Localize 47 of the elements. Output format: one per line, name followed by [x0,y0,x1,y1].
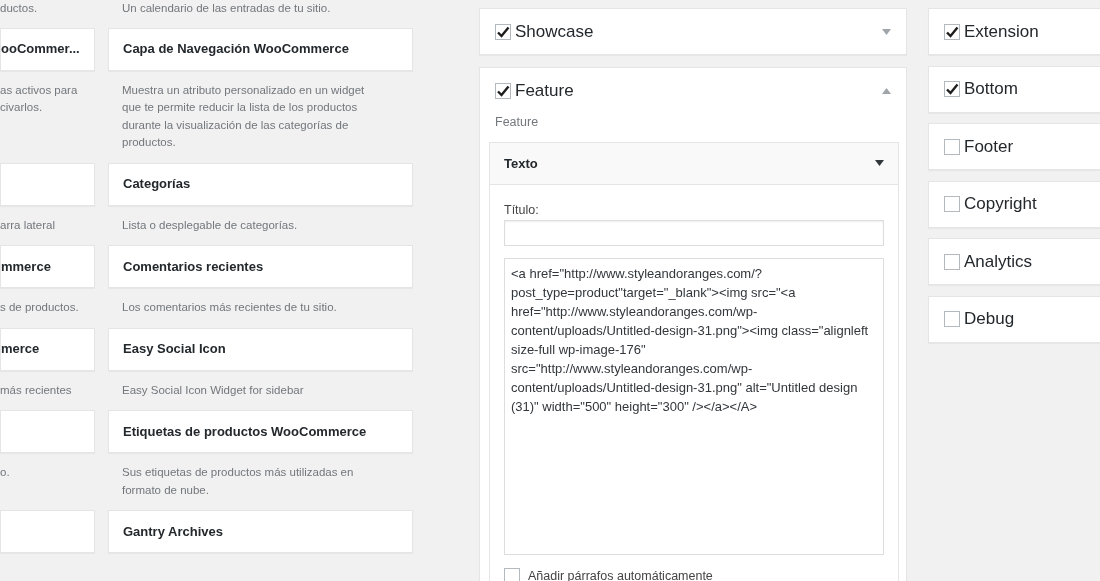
widget-item[interactable]: Etiquetas de productos WooCommerce [108,410,413,453]
sidebar-title: Analytics [964,250,1033,273]
widget-description: Los comentarios más recientes de tu sitio. [121,300,338,315]
checkbox[interactable] [504,567,520,581]
sidebar-title: Bottom [964,78,1018,101]
widget-item[interactable]: Comentarios recientes [108,245,413,288]
widget-description: Muestra un atributo personalizado en un widget que te permite reducir la lista de los productos durante la visualización de las categorías de productos. [121,82,366,150]
caret-icon[interactable] [875,160,884,167]
checkbox[interactable] [495,24,511,40]
field-label: Título: [504,201,540,219]
checkbox[interactable] [944,81,960,97]
widget-item[interactable]: Capa de Navegación WooCommerce [108,27,413,71]
checkbox[interactable] [944,138,960,155]
checkbox[interactable] [944,253,960,270]
widget-description: Easy Social Icon Widget for sidebar [121,382,305,398]
sidebar-title: Feature [515,80,574,103]
widget-description: ductos. [0,1,39,16]
sidebar-title: Copyright [964,193,1037,216]
widget-item[interactable]: Easy Social Icon [108,327,413,371]
widget-item[interactable] [0,510,95,553]
widget-item[interactable]: Gantry Archives [108,510,413,553]
widget-description: Un calendario de las entradas de tu sitio. [121,1,332,16]
checkbox[interactable] [944,23,960,40]
widget-item[interactable] [0,162,95,206]
widget-description: as activos para civarlos. [0,82,79,115]
sidebar-title: Showcase [515,21,594,44]
widget-description: Sus etiquetas de productos más utilizadas en formato de nube. [121,465,355,498]
widget-item[interactable]: mmerce [0,245,95,288]
widget-description: Lista o desplegable de categorías. [121,217,299,233]
widget-item[interactable]: ooCommer... [0,27,95,71]
sidebar-description: Feature [494,114,540,131]
widget-item[interactable] [0,410,95,453]
widget-description: o. [0,465,11,480]
content-textarea[interactable]: <a href="http://www.styleandoranges.com/?post_type=product"target="_blank"><img src="<a href="http://www.styleandoranges.com/wp-content/uploads/Untitled-design-31.png"><img class="alignleft size-full wp-image-176" src="http://www.styleandoranges.com/wp-content/uploads/Untitled-design-31.png" alt="Untitled design (31)" width="500" height="300" /></a></A> [504,257,884,555]
checkbox[interactable] [944,196,960,212]
widget-description: s de productos. [0,300,80,315]
checkbox[interactable] [495,83,511,99]
sidebar-title: Debug [964,308,1015,331]
sidebar-title: Footer [964,135,1014,158]
title-input[interactable] [504,219,884,246]
checkbox[interactable] [944,311,960,327]
widget-description: arra lateral [0,217,56,233]
sidebar-title: Extension [964,20,1039,43]
widget-title: Texto [504,154,538,173]
widget-item[interactable]: Categorías [108,162,413,206]
widget-description: más recientes [0,382,73,398]
widget-item[interactable]: merce [0,327,95,371]
